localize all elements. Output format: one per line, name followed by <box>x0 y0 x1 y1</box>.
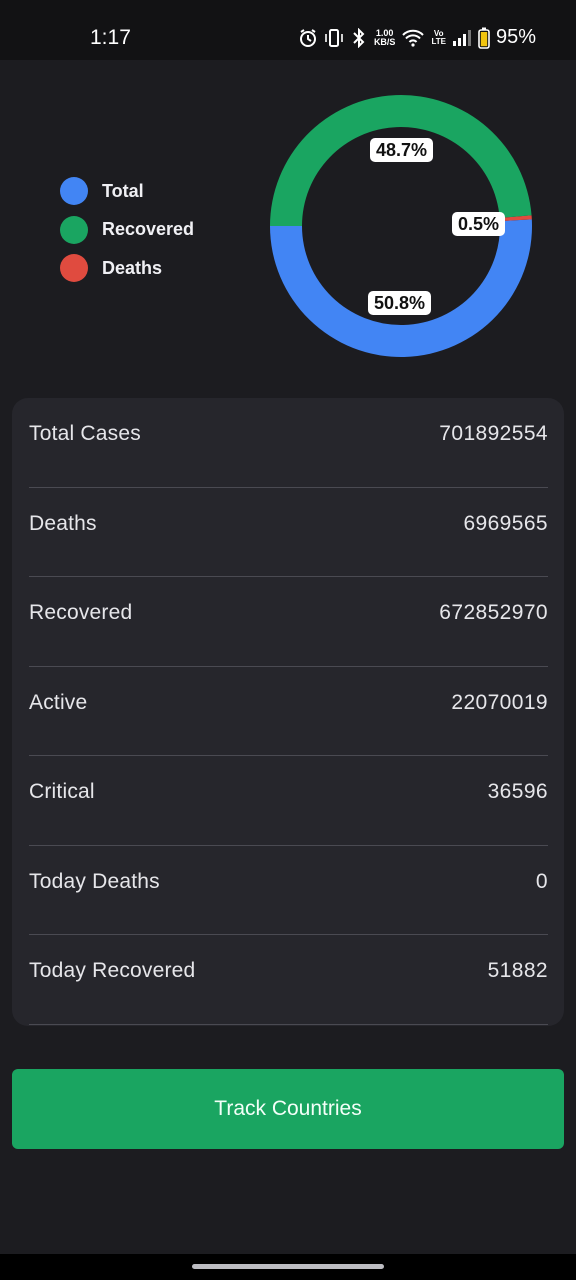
legend-label-recovered: Recovered <box>102 219 195 240</box>
legend-label-total: Total <box>102 180 144 201</box>
wifi-icon <box>401 28 425 48</box>
stat-label: Total Cases <box>29 422 141 446</box>
stat-label: Today Recovered <box>29 959 196 983</box>
stat-value: 701892554 <box>439 422 548 446</box>
alarm-icon <box>298 28 318 48</box>
stat-row-recovered: Recovered 672852970 <box>29 577 548 667</box>
status-icons: 1.00 KB/S Vo LTE 95% <box>298 26 536 49</box>
stat-label: Deaths <box>29 511 97 535</box>
stat-label: Today Deaths <box>29 869 160 893</box>
stat-row-total-cases: Total Cases 701892554 <box>29 398 548 488</box>
navigation-bar <box>0 1254 576 1280</box>
bluetooth-icon <box>350 27 368 48</box>
legend-dot-total <box>60 177 88 206</box>
status-bar: 1:17 1.00 KB/S Vo LTE 95% <box>0 0 576 60</box>
stat-value: 6969565 <box>463 511 548 535</box>
vibrate-icon <box>324 28 344 48</box>
home-indicator[interactable] <box>192 1264 384 1269</box>
battery-icon <box>478 27 490 49</box>
chart-legend: Total Recovered Deaths <box>60 172 194 288</box>
stat-row-critical: Critical 36596 <box>29 756 548 846</box>
legend-dot-recovered <box>60 215 88 244</box>
battery-percent: 95% <box>495 26 536 48</box>
volte-bottom: LTE <box>431 36 446 46</box>
stat-label: Active <box>29 690 88 714</box>
network-speed: 1.00 KB/S <box>373 28 396 47</box>
slice-label-total: 50.8% <box>368 291 432 315</box>
legend-dot-deaths <box>60 254 88 283</box>
signal-icon <box>452 29 472 47</box>
legend-label-deaths: Deaths <box>102 257 163 278</box>
stat-value: 0 <box>535 869 548 893</box>
stat-value: 51882 <box>487 959 548 983</box>
stat-row-deaths: Deaths 6969565 <box>29 488 548 577</box>
stat-value: 22070019 <box>451 690 548 714</box>
slice-label-deaths: 0.5% <box>452 212 506 236</box>
slice-label-recovered: 48.7% <box>370 138 434 162</box>
stat-row-active: Active 22070019 <box>29 667 548 756</box>
stat-value: 672852970 <box>439 601 548 625</box>
legend-item-recovered: Recovered <box>60 211 194 250</box>
stat-row-today-recovered: Today Recovered 51882 <box>29 935 548 1025</box>
legend-item-total: Total <box>60 172 194 211</box>
stats-card: Total Cases 701892554 Deaths 6969565 Rec… <box>12 398 564 1026</box>
donut-chart: 48.7% 0.5% 50.8% <box>268 93 534 359</box>
network-speed-unit: KB/S <box>373 36 396 47</box>
stat-value: 36596 <box>487 780 548 804</box>
donut-slice-total <box>270 219 532 358</box>
stat-label: Critical <box>29 780 95 804</box>
track-countries-button[interactable]: Track Countries <box>12 1069 564 1149</box>
stat-label: Recovered <box>29 601 133 625</box>
legend-item-deaths: Deaths <box>60 249 194 288</box>
status-time: 1:17 <box>90 26 131 49</box>
volte-icon: Vo LTE <box>431 29 446 46</box>
stat-row-today-deaths: Today Deaths 0 <box>29 846 548 935</box>
